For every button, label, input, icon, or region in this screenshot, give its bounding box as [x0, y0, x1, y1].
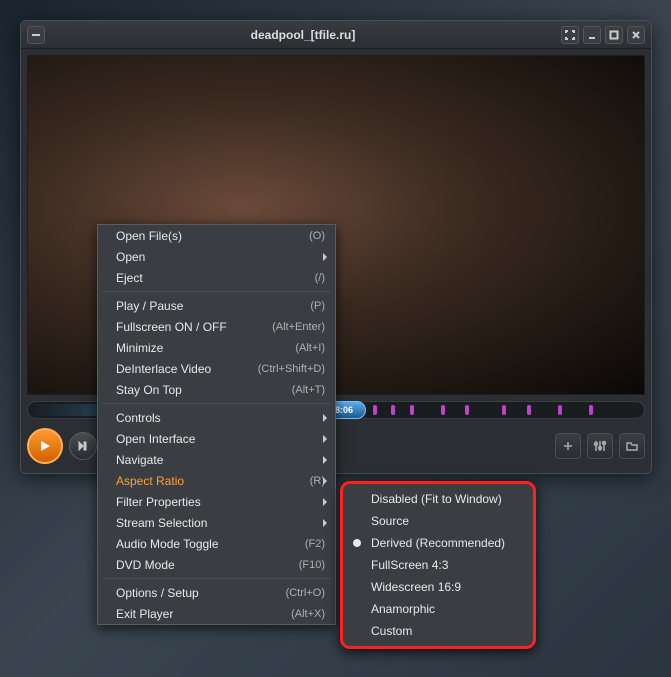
menu-item-fullscreen-on-off[interactable]: Fullscreen ON / OFF(Alt+Enter): [98, 316, 335, 337]
menu-item-label: Minimize: [116, 341, 295, 355]
submenu-item-label: Widescreen 16:9: [371, 580, 461, 594]
submenu-arrow-icon: [323, 477, 327, 485]
menu-item-play-pause[interactable]: Play / Pause(P): [98, 295, 335, 316]
submenu-item-label: Custom: [371, 624, 412, 638]
menu-item-shortcut: (F2): [305, 538, 325, 550]
submenu-item-label: Derived (Recommended): [371, 536, 505, 550]
menu-item-eject[interactable]: Eject(/): [98, 267, 335, 288]
aspect-ratio-submenu: Disabled (Fit to Window) Source Derived (R…: [340, 481, 536, 649]
menu-item-shortcut: (Ctrl+O): [286, 587, 325, 599]
menu-item-dvd-mode[interactable]: DVD Mode(F10): [98, 554, 335, 575]
menu-item-navigate[interactable]: Navigate: [98, 449, 335, 470]
equalizer-button[interactable]: [587, 433, 613, 459]
menu-item-deinterlace-video[interactable]: DeInterlace Video(Ctrl+Shift+D): [98, 358, 335, 379]
menu-item-open[interactable]: Open: [98, 246, 335, 267]
menu-item-stream-selection[interactable]: Stream Selection: [98, 512, 335, 533]
chapter-mark[interactable]: [391, 405, 395, 415]
titlebar: deadpool_[tfile.ru]: [21, 21, 651, 49]
menu-item-label: Play / Pause: [116, 299, 310, 313]
chapter-mark[interactable]: [527, 405, 531, 415]
menu-item-shortcut: (Ctrl+Shift+D): [258, 363, 325, 375]
menu-item-label: Exit Player: [116, 607, 291, 621]
menu-item-audio-mode-toggle[interactable]: Audio Mode Toggle(F2): [98, 533, 335, 554]
submenu-arrow-icon: [323, 456, 327, 464]
menu-item-shortcut: (F10): [299, 559, 325, 571]
menu-item-label: Stream Selection: [116, 516, 325, 530]
window-menu-button[interactable]: [27, 26, 45, 44]
submenu-item-label: Source: [371, 514, 409, 528]
submenu-item-label: FullScreen 4:3: [371, 558, 448, 572]
menu-item-label: Stay On Top: [116, 383, 292, 397]
menu-item-controls[interactable]: Controls: [98, 407, 335, 428]
open-file-button[interactable]: [619, 433, 645, 459]
menu-item-label: Controls: [116, 411, 325, 425]
menu-item-label: Navigate: [116, 453, 325, 467]
menu-item-label: Aspect Ratio: [116, 474, 310, 488]
submenu-arrow-icon: [323, 435, 327, 443]
menu-item-label: Open File(s): [116, 229, 309, 243]
menu-item-shortcut: (/): [315, 272, 325, 284]
menu-item-label: Audio Mode Toggle: [116, 537, 305, 551]
aspect-option-disabled-fit-to-window[interactable]: Disabled (Fit to Window): [343, 488, 533, 510]
menu-item-filter-properties[interactable]: Filter Properties: [98, 491, 335, 512]
menu-item-stay-on-top[interactable]: Stay On Top(Alt+T): [98, 379, 335, 400]
menu-item-shortcut: (Alt+I): [295, 342, 325, 354]
menu-item-shortcut: (O): [309, 230, 325, 242]
menu-item-shortcut: (Alt+Enter): [272, 321, 325, 333]
menu-separator: [102, 291, 331, 292]
menu-item-label: DeInterlace Video: [116, 362, 258, 376]
menu-item-label: Filter Properties: [116, 495, 325, 509]
chapter-mark[interactable]: [502, 405, 506, 415]
menu-item-label: DVD Mode: [116, 558, 299, 572]
submenu-item-label: Anamorphic: [371, 602, 435, 616]
aspect-option-source[interactable]: Source: [343, 510, 533, 532]
fullscreen-button[interactable]: [561, 26, 579, 44]
minimize-button[interactable]: [583, 26, 601, 44]
menu-item-shortcut: (Alt+T): [292, 384, 325, 396]
menu-item-aspect-ratio[interactable]: Aspect Ratio(R): [98, 470, 335, 491]
radio-selected-icon: [353, 539, 361, 547]
submenu-arrow-icon: [323, 414, 327, 422]
aspect-option-derived-recommended[interactable]: Derived (Recommended): [343, 532, 533, 554]
menu-item-open-file-s[interactable]: Open File(s)(O): [98, 225, 335, 246]
close-button[interactable]: [627, 26, 645, 44]
submenu-arrow-icon: [323, 498, 327, 506]
aspect-option-custom[interactable]: Custom: [343, 620, 533, 642]
menu-item-label: Fullscreen ON / OFF: [116, 320, 272, 334]
menu-item-shortcut: (Alt+X): [291, 608, 325, 620]
chapter-mark[interactable]: [410, 405, 414, 415]
menu-item-minimize[interactable]: Minimize(Alt+I): [98, 337, 335, 358]
chapter-mark[interactable]: [558, 405, 562, 415]
zoom-button[interactable]: [555, 433, 581, 459]
menu-item-exit-player[interactable]: Exit Player(Alt+X): [98, 603, 335, 624]
submenu-arrow-icon: [323, 253, 327, 261]
play-button[interactable]: [27, 428, 63, 464]
window-title: deadpool_[tfile.ru]: [45, 28, 561, 42]
context-menu: Open File(s)(O)OpenEject(/)Play / Pause(…: [97, 224, 336, 625]
menu-separator: [102, 403, 331, 404]
aspect-option-fullscreen-4-3[interactable]: FullScreen 4:3: [343, 554, 533, 576]
submenu-arrow-icon: [323, 519, 327, 527]
menu-item-label: Eject: [116, 271, 315, 285]
aspect-option-anamorphic[interactable]: Anamorphic: [343, 598, 533, 620]
submenu-item-label: Disabled (Fit to Window): [371, 492, 502, 506]
menu-item-label: Options / Setup: [116, 586, 286, 600]
menu-item-label: Open Interface: [116, 432, 325, 446]
menu-item-label: Open: [116, 250, 325, 264]
menu-item-options-setup[interactable]: Options / Setup(Ctrl+O): [98, 582, 335, 603]
chapter-mark[interactable]: [441, 405, 445, 415]
menu-item-shortcut: (P): [310, 300, 325, 312]
maximize-button[interactable]: [605, 26, 623, 44]
menu-separator: [102, 578, 331, 579]
aspect-option-widescreen-16-9[interactable]: Widescreen 16:9: [343, 576, 533, 598]
menu-item-open-interface[interactable]: Open Interface: [98, 428, 335, 449]
chapter-mark[interactable]: [465, 405, 469, 415]
chapter-mark[interactable]: [589, 405, 593, 415]
chapter-mark[interactable]: [373, 405, 377, 415]
step-forward-button[interactable]: [69, 432, 97, 460]
